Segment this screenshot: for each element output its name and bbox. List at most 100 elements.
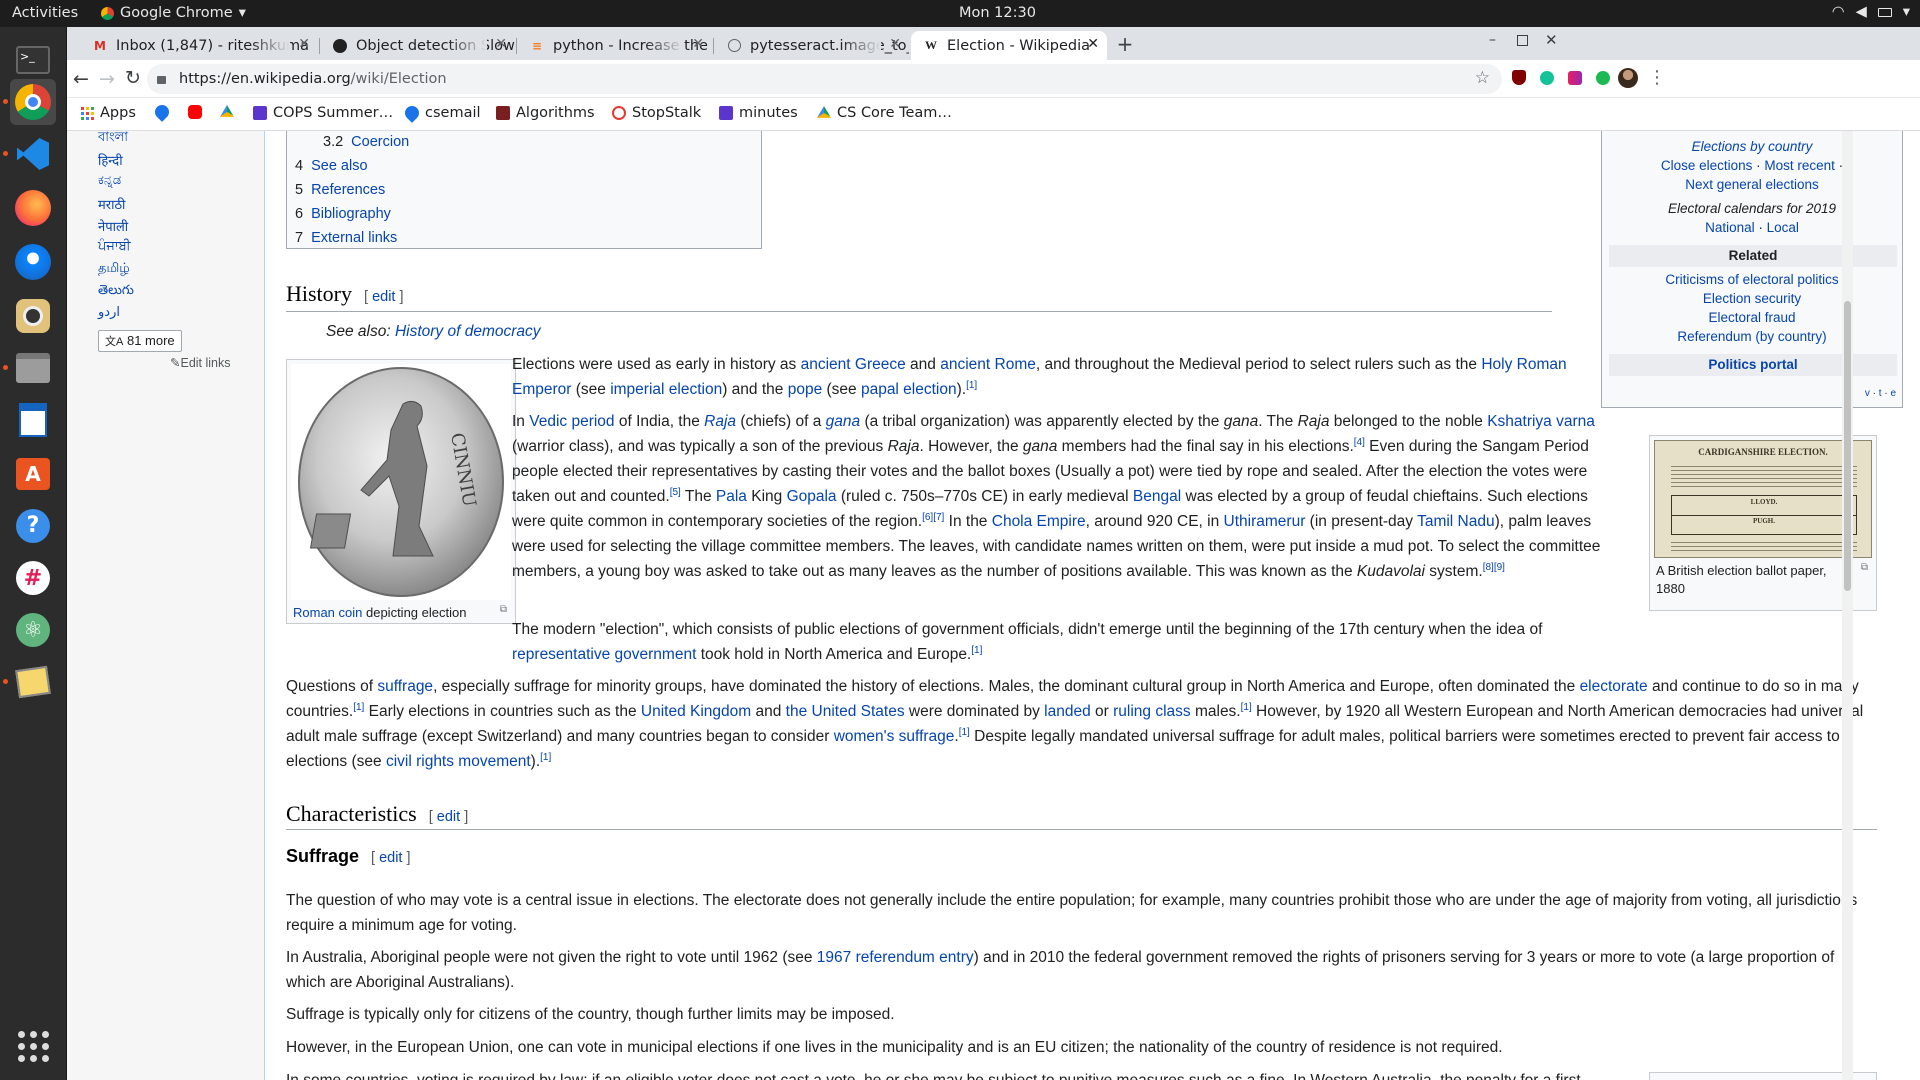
close-window-button[interactable]: ✕ <box>1545 31 1558 49</box>
bookmark-youtube[interactable] <box>188 105 202 119</box>
tab-wikipedia-active[interactable]: W Election - Wikipedia ✕ <box>911 31 1107 60</box>
lang-link[interactable]: తెలుగు <box>98 283 134 301</box>
image-viewer-icon[interactable] <box>10 659 56 705</box>
history-paragraph-1: Elections were used as early in history … <box>512 356 1567 398</box>
close-tab-icon[interactable]: ✕ <box>495 36 507 52</box>
stackoverflow-icon: ≡ <box>531 38 543 53</box>
bookmark-drive[interactable] <box>220 105 234 119</box>
roman-coin-image[interactable]: CINNIU <box>291 364 511 600</box>
bookmark-csemail[interactable]: csemail <box>402 103 481 123</box>
navbox-link[interactable]: Most recent <box>1764 158 1835 173</box>
navbox-link[interactable]: National <box>1705 220 1755 235</box>
grammarly-icon[interactable] <box>1540 70 1554 85</box>
reload-button[interactable]: ↻ <box>119 67 147 89</box>
bookmark-stopstalk[interactable]: StopStalk <box>612 105 701 121</box>
extensions-area[interactable] <box>1512 70 1610 85</box>
lang-link[interactable]: বাংলা <box>98 131 128 149</box>
extension-icon[interactable] <box>1568 70 1582 85</box>
terminal-icon[interactable]: >_ <box>10 37 56 83</box>
help-icon[interactable]: ? <box>10 503 56 549</box>
navbox-link[interactable]: Criticisms of electoral politics <box>1665 272 1838 287</box>
lang-link[interactable]: नेपाली <box>98 217 128 235</box>
vscode-icon[interactable] <box>10 131 56 177</box>
suffrage-paragraph-4: However, in the European Union, one can … <box>286 1039 1503 1056</box>
bookmark-minutes[interactable]: minutes <box>719 105 798 121</box>
back-button[interactable]: ← <box>67 68 95 90</box>
rhythmbox-icon[interactable] <box>10 293 56 339</box>
algorithms-icon <box>496 106 510 120</box>
scrollbar-thumb[interactable] <box>1844 301 1851 591</box>
close-tab-icon[interactable]: ✕ <box>692 36 704 52</box>
more-languages-button[interactable]: 文A 81 more <box>98 330 182 352</box>
bookmark-cs-core-team[interactable]: CS Core Team… <box>817 105 952 121</box>
navbox-link[interactable]: Election security <box>1703 291 1801 306</box>
roman-coin-link[interactable]: Roman coin <box>293 605 362 620</box>
maximize-button[interactable] <box>1517 35 1528 46</box>
bookmark-blue-drop[interactable] <box>152 102 172 122</box>
edit-links[interactable]: ✎Edit links <box>170 355 231 370</box>
ballot-candidate-2: PUGH. <box>1753 517 1775 525</box>
activities-button[interactable]: Activities <box>12 5 78 21</box>
lang-link[interactable]: ಕನ್ನಡ <box>98 173 121 188</box>
slack-icon[interactable]: # <box>10 555 56 601</box>
app-menu[interactable]: Google Chrome ▾ <box>101 5 246 21</box>
navbox-link[interactable]: Next general elections <box>1685 177 1819 192</box>
lang-link[interactable]: தமிழ் <box>98 261 130 277</box>
system-tray[interactable]: ◠ ◀ ▾ <box>1832 4 1910 20</box>
toc-item[interactable]: 4 See also <box>295 158 368 174</box>
clock[interactable]: Mon 12:30 <box>959 5 1036 21</box>
profile-avatar[interactable] <box>1618 68 1638 88</box>
chrome-dock-icon[interactable] <box>10 79 56 125</box>
enlarge-icon[interactable]: ⧉ <box>500 604 507 615</box>
navbox-link[interactable]: Elections by country <box>1692 139 1813 154</box>
lang-link[interactable]: ਪੰਜਾਬੀ <box>98 239 131 254</box>
edit-section-link[interactable]: edit <box>437 809 460 825</box>
software-center-icon[interactable]: A <box>10 451 56 497</box>
address-bar[interactable]: https://en.wikipedia.org /wiki/Election … <box>147 64 1502 94</box>
tab-pytesseract[interactable]: pytesseract.image_to_str ✕ <box>714 31 909 60</box>
thunderbird-icon[interactable] <box>10 239 56 285</box>
firefox-icon[interactable] <box>10 185 56 231</box>
enlarge-icon[interactable]: ⧉ <box>1861 562 1868 573</box>
tab-stackoverflow[interactable]: ≡ python - Increase the spee ✕ <box>517 31 712 60</box>
extension-green-icon[interactable] <box>1596 70 1610 85</box>
edit-section-link[interactable]: edit <box>372 289 395 305</box>
lang-link[interactable]: اردو <box>98 305 120 320</box>
menu-kebab-icon[interactable]: ⋮ <box>1648 67 1666 88</box>
atom-icon[interactable]: ⚛ <box>10 607 56 653</box>
edit-section-link[interactable]: edit <box>379 850 402 866</box>
navbox-link[interactable]: Close elections <box>1661 158 1753 173</box>
lock-icon <box>157 76 166 84</box>
lang-link[interactable]: मराठी <box>98 195 125 213</box>
toc-item[interactable]: 5 References <box>295 182 385 198</box>
files-icon[interactable] <box>10 345 56 391</box>
bookmark-apps[interactable]: Apps <box>81 105 136 121</box>
tab-gmail[interactable]: M Inbox (1,847) - riteshkuma ✕ <box>80 31 318 60</box>
writer-icon[interactable] <box>10 397 56 443</box>
close-tab-icon[interactable]: ✕ <box>1087 36 1099 52</box>
close-tab-icon[interactable]: ✕ <box>889 36 901 52</box>
section-divider <box>286 311 1552 312</box>
politics-portal-link[interactable]: Politics portal <box>1708 357 1797 372</box>
ublock-icon[interactable] <box>1512 70 1526 85</box>
toc-item[interactable]: 7 External links <box>295 230 397 246</box>
bookmark-algorithms[interactable]: Algorithms <box>496 105 595 121</box>
new-tab-button[interactable]: + <box>1111 31 1139 57</box>
bookmark-star-icon[interactable]: ☆ <box>1475 68 1490 88</box>
show-applications-icon[interactable] <box>10 1023 56 1069</box>
minimize-button[interactable]: – <box>1489 32 1496 48</box>
history-of-democracy-link[interactable]: History of democracy <box>395 323 541 340</box>
forward-button[interactable]: → <box>93 68 121 90</box>
ballot-paper-image[interactable]: CARDIGANSHIRE ELECTION. LLOYD. PUGH. X <box>1654 440 1872 558</box>
navbox-link[interactable]: Local <box>1767 220 1799 235</box>
navbox-link[interactable]: Referendum (by country) <box>1677 329 1826 344</box>
navbox-link[interactable]: Electoral fraud <box>1708 310 1795 325</box>
close-tab-icon[interactable]: ✕ <box>298 36 310 52</box>
lang-link[interactable]: हिन्दी <box>98 151 123 169</box>
toc-item[interactable]: 6 Bibliography <box>295 206 391 222</box>
toc-item[interactable]: 3.2 Coercion <box>323 134 409 150</box>
section-heading-characteristics: Characteristics[ edit ] <box>286 801 469 826</box>
bookmark-cops-summer[interactable]: COPS Summer… <box>253 105 393 121</box>
page-scrollbar[interactable] <box>1842 131 1853 1080</box>
tab-github[interactable]: Object detection Slow pro ✕ <box>320 31 515 60</box>
